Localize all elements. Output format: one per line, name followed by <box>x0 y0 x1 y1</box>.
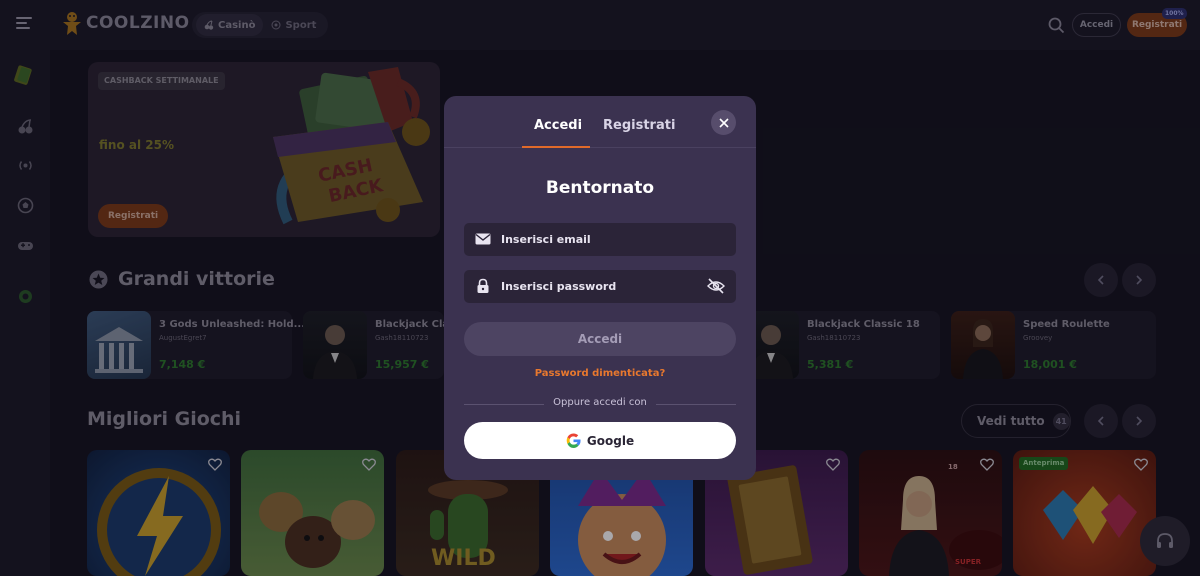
modal-tabs: Accedi Registrati <box>444 96 756 148</box>
tab-login[interactable]: Accedi <box>534 118 582 133</box>
or-divider: Oppure accedi con <box>464 397 736 408</box>
password-field[interactable] <box>464 270 736 303</box>
envelope-icon <box>475 233 491 245</box>
login-modal: Accedi Registrati Bentornato Accedi Pass… <box>444 96 756 480</box>
close-icon <box>718 117 729 128</box>
or-text: Oppure accedi con <box>553 397 647 408</box>
google-icon <box>566 433 581 448</box>
login-submit-button[interactable]: Accedi <box>464 322 736 356</box>
active-tab-indicator <box>522 146 590 148</box>
modal-title: Bentornato <box>545 178 655 198</box>
google-login-button[interactable]: Google <box>464 422 736 459</box>
lock-icon <box>477 278 489 293</box>
email-input[interactable] <box>501 223 701 256</box>
password-input[interactable] <box>501 270 701 303</box>
google-label: Google <box>586 433 635 448</box>
email-field[interactable] <box>464 223 736 256</box>
close-button[interactable] <box>711 110 736 135</box>
tab-register[interactable]: Registrati <box>603 118 675 133</box>
eye-off-icon[interactable] <box>707 278 725 294</box>
forgot-password-link[interactable]: Password dimenticata? <box>444 368 756 379</box>
